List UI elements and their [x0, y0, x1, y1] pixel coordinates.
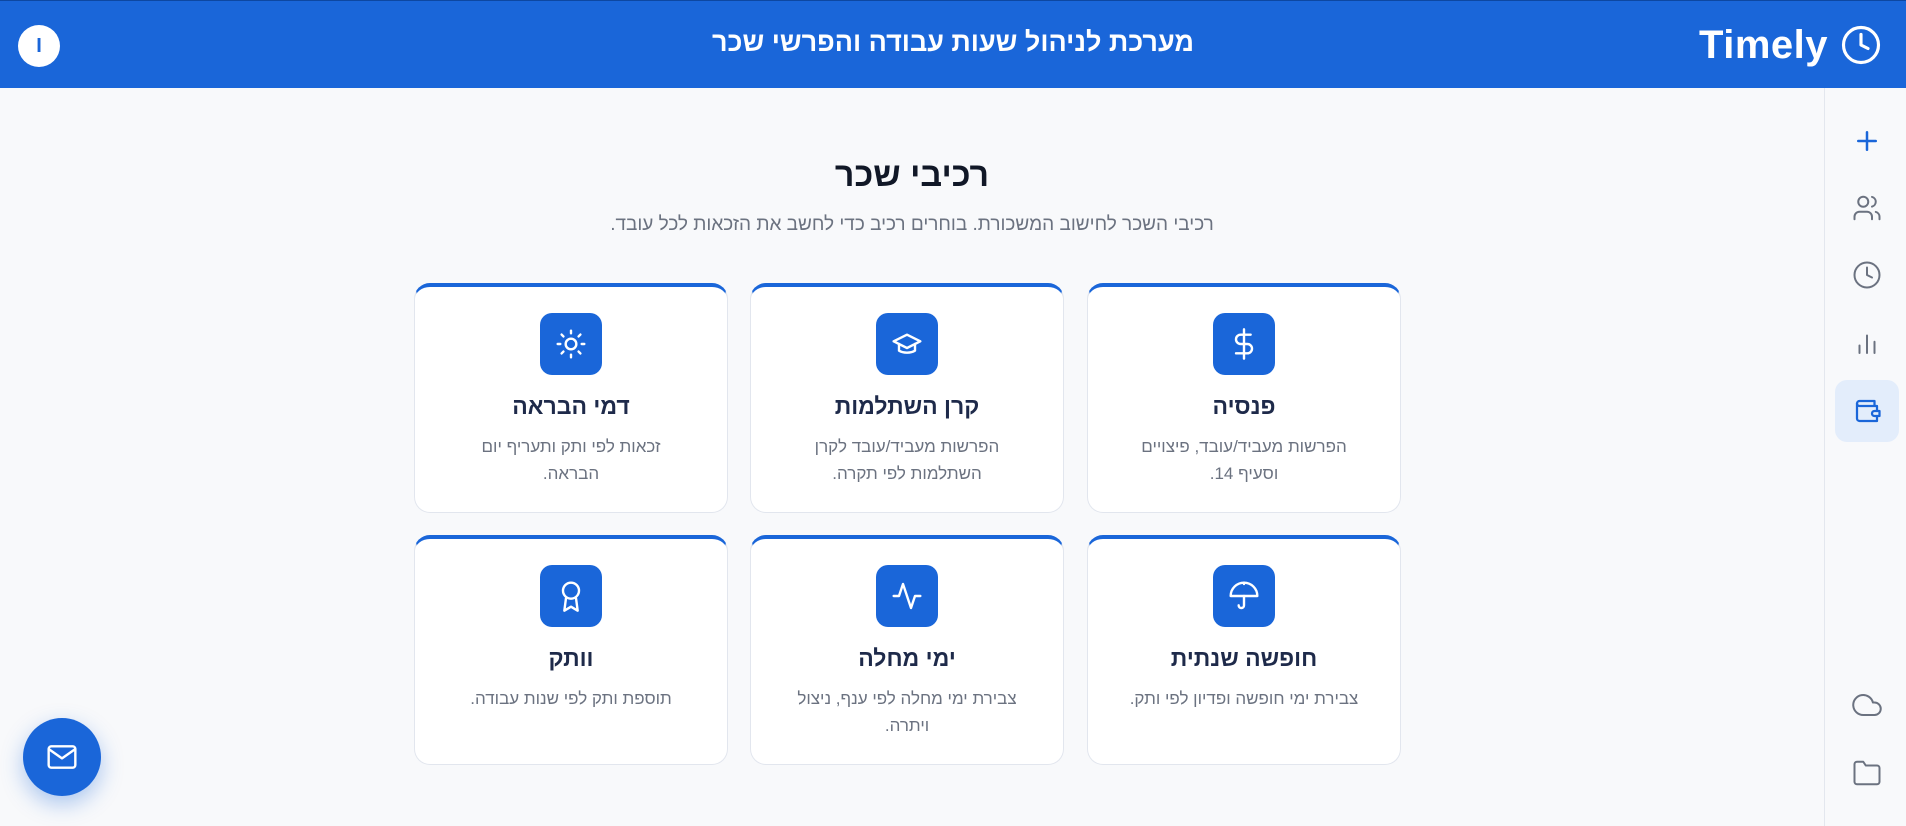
graduation-cap-icon: [892, 333, 922, 354]
sidebar: [1824, 88, 1906, 826]
sidebar-item-add[interactable]: [1835, 110, 1899, 172]
award-icon: [561, 581, 581, 612]
dollar-icon: [1234, 328, 1254, 360]
card-icon-box: [876, 565, 938, 627]
sidebar-item-files[interactable]: [1835, 742, 1899, 804]
clock-icon: [1853, 261, 1881, 289]
wallet-icon: [1855, 399, 1881, 423]
card-title: קרן השתלמות: [834, 393, 980, 419]
umbrella-icon: [1229, 581, 1259, 610]
sidebar-item-cloud[interactable]: [1835, 674, 1899, 736]
card-description: צבירת ימי חופשה ופדיון לפי ותק.: [1129, 689, 1359, 708]
plus-icon: [1857, 131, 1877, 151]
card-title: וותק: [548, 645, 594, 671]
card-description: הפרשות מעביד/עובד, פיצויים וסעיף 14.: [1141, 437, 1347, 483]
page-subtitle: רכיבי השכר לחישוב המשכורת. בוחרים רכיב כ…: [610, 214, 1214, 235]
card-title: חופשה שנתית: [1170, 645, 1318, 671]
card-study-fund[interactable]: קרן השתלמות הפרשות מעביד/עובד לקרן השתלמ…: [750, 283, 1064, 513]
card-sick-days[interactable]: ימי מחלה צבירת ימי מחלה לפי ענף, ניצול ו…: [750, 535, 1064, 765]
card-icon-box: [1213, 565, 1275, 627]
sidebar-item-employees[interactable]: [1835, 177, 1899, 239]
user-avatar[interactable]: I: [18, 25, 60, 67]
card-icon-box: [1213, 313, 1275, 375]
folder-icon: [1853, 760, 1881, 786]
app-title: מערכת לניהול שעות עבודה והפרשי שכר: [711, 27, 1195, 57]
sidebar-item-hours[interactable]: [1835, 244, 1899, 306]
card-pension[interactable]: פנסיה הפרשות מעביד/עובד, פיצויים וסעיף 1…: [1087, 283, 1401, 513]
card-description: זכאות לפי ותק ותעריף יום הבראה.: [481, 437, 661, 483]
cloud-icon: [1852, 694, 1882, 716]
mail-icon: [47, 745, 77, 769]
contact-fab-button[interactable]: [23, 718, 101, 796]
card-icon-box: [876, 313, 938, 375]
page-title: רכיבי שכר: [834, 156, 990, 194]
bar-chart-icon: [1858, 334, 1876, 354]
card-title: פנסיה: [1212, 393, 1276, 419]
card-description: הפרשות מעביד/עובד לקרן השתלמות לפי תקרה.: [814, 437, 1000, 483]
sidebar-item-reports[interactable]: [1835, 312, 1899, 374]
users-icon: [1853, 195, 1881, 221]
sun-icon: [556, 329, 586, 359]
card-icon-box: [540, 313, 602, 375]
card-icon-box: [540, 565, 602, 627]
card-annual-leave[interactable]: חופשה שנתית צבירת ימי חופשה ופדיון לפי ו…: [1087, 535, 1401, 765]
card-title: דמי הבראה: [512, 393, 630, 419]
top-bar: Timely מערכת לניהול שעות עבודה והפרשי שכ…: [0, 0, 1906, 88]
sidebar-item-salary-components[interactable]: [1835, 380, 1899, 442]
card-description: תוספת ותק לפי שנות עבודה.: [470, 689, 672, 708]
card-description: צבירת ימי מחלה לפי ענף, ניצול ויתרה.: [797, 689, 1017, 735]
activity-icon: [892, 582, 922, 610]
card-seniority[interactable]: וותק תוספת ותק לפי שנות עבודה.: [414, 535, 728, 765]
card-title: ימי מחלה: [858, 645, 956, 671]
card-convalescence[interactable]: דמי הבראה זכאות לפי ותק ותעריף יום הבראה…: [414, 283, 728, 513]
